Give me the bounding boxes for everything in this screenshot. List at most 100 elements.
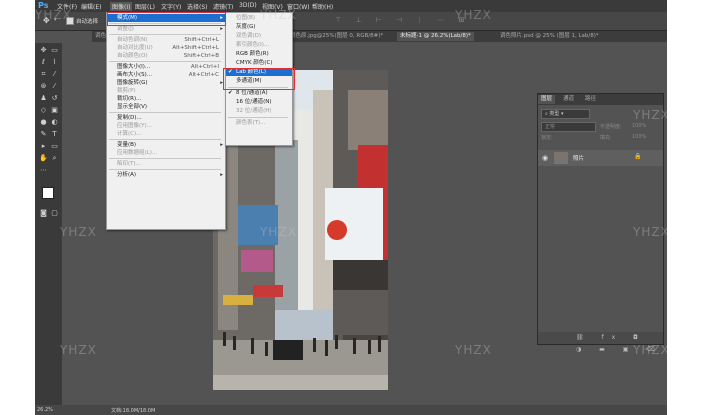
doc-tab-active[interactable]: 未标题-1 @ 26.2%(Lab/8)* (397, 32, 474, 41)
watermark: YHZX (35, 8, 72, 22)
menu-shortcut: Alt+Ctrl+C (188, 72, 219, 78)
menu-item-label: 调整(J) (117, 26, 134, 32)
pen-tool-icon[interactable]: ✎ (39, 130, 48, 139)
mode-menu-item[interactable]: 32 位/通道(H) (226, 107, 292, 115)
path-select-icon[interactable]: ▸ (39, 142, 48, 151)
tab-paths[interactable]: 路径 (582, 95, 599, 104)
tab-layers[interactable]: 图层 (538, 95, 556, 104)
doc-tab[interactable]: 调色原.jpg@25%(图层 0, RGB/8#)* (287, 32, 386, 41)
fill-value[interactable]: 100% (632, 134, 646, 140)
layer-thumbnail (554, 152, 568, 164)
layer-filter-select[interactable]: ⌕ 类型 ▾ (541, 109, 590, 119)
menu-edit[interactable]: 编辑(E) (81, 2, 101, 11)
status-bar: 26.2% 文档:18.0M/18.0M (35, 405, 667, 415)
photoshop-window: Ps 文件(F) 编辑(E) 图像(I) 图层(L) 文字(Y) 选择(S) 滤… (35, 0, 667, 415)
healing-brush-icon[interactable]: ⊛ (39, 82, 48, 91)
menu-item-label: 位图(B) (236, 15, 256, 21)
image-menu-item[interactable]: 应用图像(Y)... (107, 122, 225, 130)
quick-mask-icon[interactable]: ◙ (39, 209, 48, 218)
menu-separator (109, 61, 221, 62)
brush-tool-icon[interactable]: ⁄ (50, 82, 59, 91)
mode-menu-item[interactable]: ✔ 8 位/通道(A) (226, 89, 292, 97)
doc-tab[interactable]: 调色照片.psd @ 25% (图层 1, Lab/8)* (497, 32, 602, 41)
layer-filter-value: 类型 (549, 111, 560, 117)
blend-mode-select[interactable]: 正常 (541, 122, 596, 132)
menu-item-label: CMYK 颜色(C) (236, 60, 273, 66)
image-menu-item[interactable]: 裁剪(P) (107, 87, 225, 95)
shape-tool-icon[interactable]: ▭ (50, 142, 59, 151)
type-tool-icon[interactable]: T (50, 130, 59, 139)
menu-layer[interactable]: 图层(L) (135, 2, 155, 11)
menu-filter[interactable]: 滤镜(T) (213, 2, 233, 11)
layer-name[interactable]: 照片 (573, 154, 584, 162)
image-menu-item[interactable]: 复制(D)... (107, 114, 225, 122)
foreground-color-swatch[interactable] (42, 187, 54, 199)
image-menu-item[interactable]: 自动对比度(U) Alt+Shift+Ctrl+L (107, 44, 225, 52)
quick-select-icon[interactable]: ⌇ (50, 58, 59, 67)
image-menu-item[interactable]: 自动颜色(O) Shift+Ctrl+B (107, 52, 225, 60)
opacity-value[interactable]: 100% (632, 123, 646, 129)
zoom-readout[interactable]: 26.2% (37, 407, 53, 413)
zoom-tool-icon[interactable]: ⌕ (50, 154, 59, 163)
image-menu-item[interactable]: 自动色调(N) Shift+Ctrl+L (107, 36, 225, 44)
submenu-arrow-icon: ▸ (220, 172, 223, 178)
mode-menu-item[interactable]: 16 位/通道(N) (226, 98, 292, 106)
mode-menu-item[interactable]: 灰度(G) (226, 23, 292, 31)
image-menu-item[interactable]: 变量(B) ▸ (107, 141, 225, 149)
stamp-tool-icon[interactable]: ♟ (39, 94, 48, 103)
more-tools-icon[interactable]: ⋯ (39, 166, 48, 175)
watermark: YHZX (260, 225, 297, 239)
lasso-tool-icon[interactable]: ℓ (39, 58, 48, 67)
image-menu-item[interactable]: 图像大小(I)... Alt+Ctrl+I (107, 63, 225, 71)
menu-help[interactable]: 帮助(H) (312, 2, 333, 11)
screen-mode-icon[interactable]: ▢ (50, 209, 59, 218)
mode-menu-item[interactable]: 双色调(D) (226, 32, 292, 40)
move-tool-icon[interactable]: ✥ (39, 46, 48, 55)
image-menu-item[interactable]: 画布大小(S)... Alt+Ctrl+C (107, 71, 225, 79)
eraser-tool-icon[interactable]: ◇ (39, 106, 48, 115)
menu-separator (109, 112, 221, 113)
submenu-arrow-icon: ▸ (220, 26, 223, 32)
mode-menu-item[interactable]: 索引颜色(I)... (226, 41, 292, 49)
image-menu-item[interactable]: 显示全部(V) (107, 103, 225, 111)
menu-item-label: 显示全部(V) (117, 104, 148, 110)
menu-image[interactable]: 图像(I) (110, 2, 133, 11)
menu-select[interactable]: 选择(S) (187, 2, 208, 11)
image-menu-item[interactable]: 陷印(T)... (107, 160, 225, 168)
mode-menu-item[interactable]: CMYK 颜色(C) (226, 59, 292, 67)
menu-item-label: 复制(D)... (117, 115, 142, 121)
crop-tool-icon[interactable]: ⌗ (39, 70, 48, 79)
menu-item-label: 裁切(R)... (117, 96, 142, 102)
layer-row[interactable]: ◉ 照片 🔒 (538, 150, 663, 166)
visibility-eye-icon[interactable]: ◉ (542, 154, 548, 162)
dodge-tool-icon[interactable]: ◐ (50, 118, 59, 127)
submenu-arrow-icon: ▸ (220, 142, 223, 148)
blur-tool-icon[interactable]: ● (39, 118, 48, 127)
mode-menu-item[interactable]: RGB 颜色(R) (226, 50, 292, 58)
menu-item-label: 裁剪(P) (117, 88, 136, 94)
artboard-tool-icon[interactable]: ▭ (50, 46, 59, 55)
menu-item-label: 8 位/通道(A) (236, 90, 268, 96)
image-menu-item[interactable]: 计算(C)... (107, 130, 225, 138)
hand-tool-icon[interactable]: ✋ (39, 154, 48, 163)
blend-mode-value: 正常 (545, 124, 556, 130)
image-menu-item[interactable]: 裁切(R)... (107, 95, 225, 103)
menu-item-label: 索引颜色(I)... (236, 42, 270, 48)
history-brush-icon[interactable]: ↺ (50, 94, 59, 103)
opacity-label: 不透明度: (600, 124, 622, 130)
tab-channels[interactable]: 通道 (560, 95, 577, 104)
watermark: YHZX (455, 343, 492, 357)
image-menu-item[interactable]: 应用数据组(L)... (107, 149, 225, 157)
menu-3d[interactable]: 3D(D) (239, 2, 257, 9)
eyedropper-icon[interactable]: ⁄ (50, 70, 59, 79)
watermark: YHZX (260, 8, 297, 22)
menu-type[interactable]: 文字(Y) (161, 2, 181, 11)
menu-item-label: 颜色表(T)... (236, 120, 266, 126)
gradient-tool-icon[interactable]: ▣ (50, 106, 59, 115)
menu-item-label: 32 位/通道(H) (236, 108, 272, 114)
image-menu-item[interactable]: 调整(J) ▸ (107, 25, 225, 33)
image-menu-item[interactable]: 分析(A) ▸ (107, 171, 225, 179)
align-icons[interactable]: ⊤ ⊥ ⊢ ⊣ ⋮ ⋯ ⊞ (335, 16, 471, 24)
mode-menu-item[interactable]: 颜色表(T)... (226, 119, 292, 127)
image-menu-item[interactable]: 图像旋转(G) ▸ (107, 79, 225, 87)
